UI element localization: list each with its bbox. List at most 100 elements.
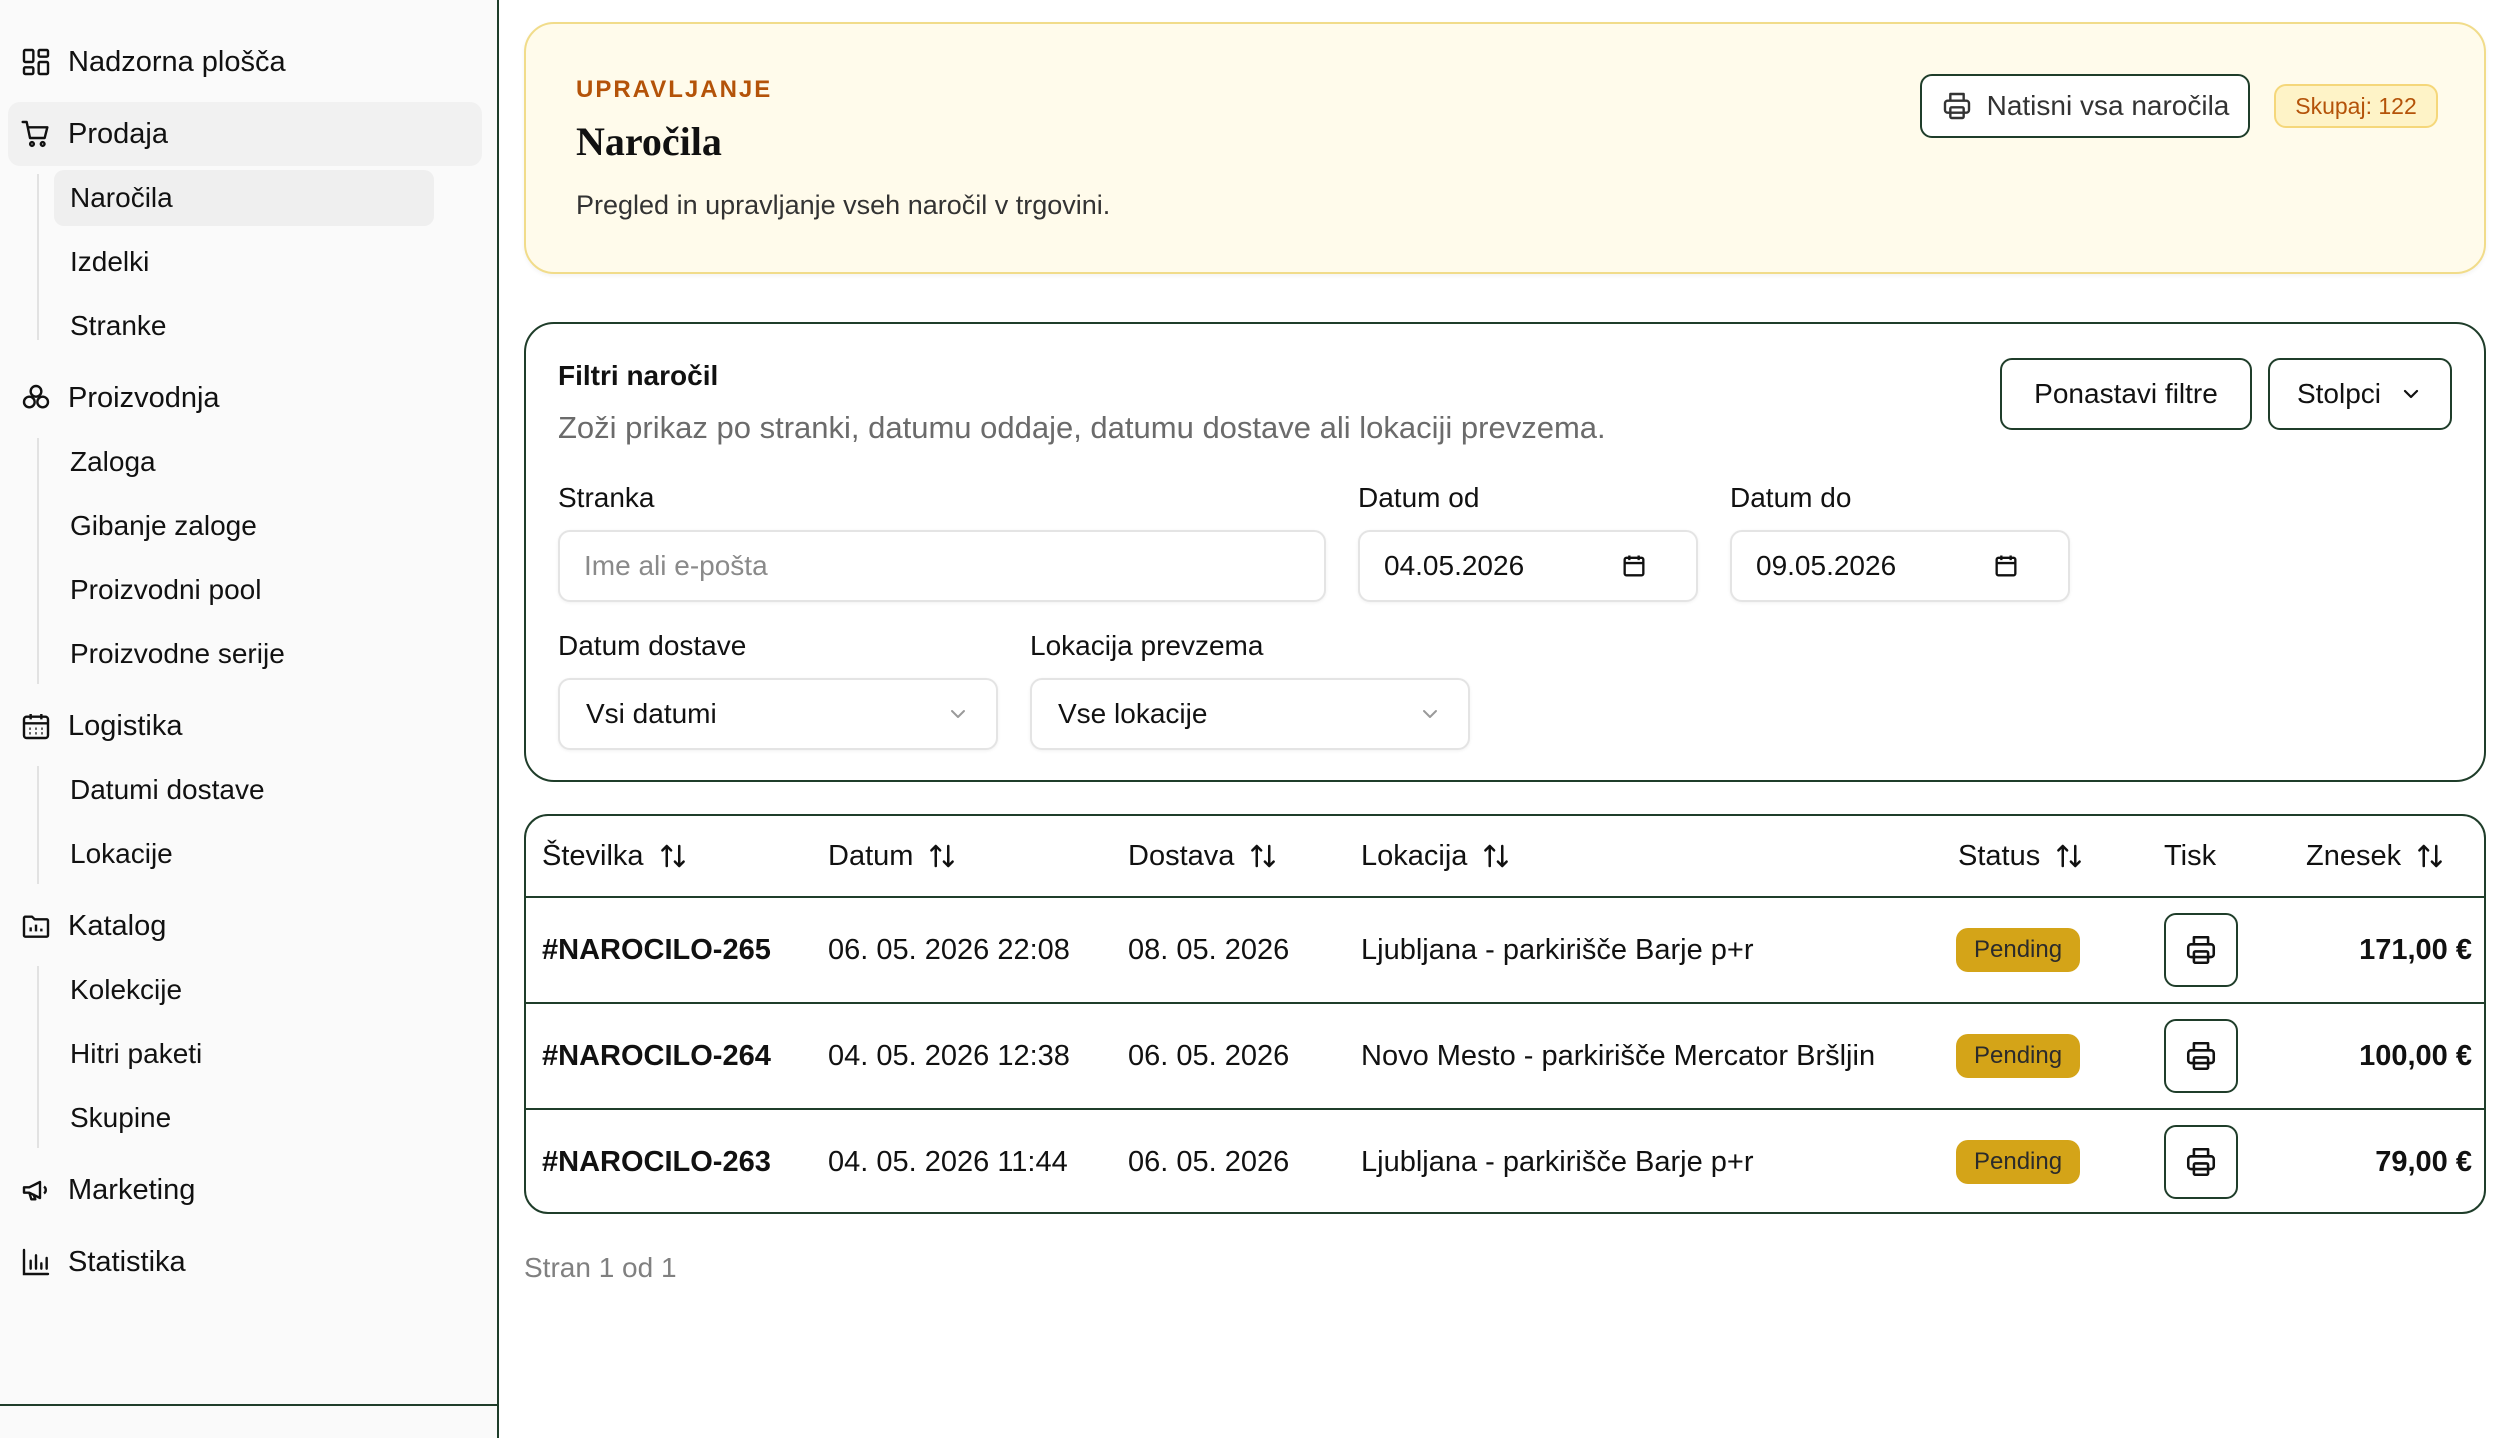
order-amount: 100,00 €	[2359, 1039, 2472, 1072]
sort-arrows-icon	[1484, 844, 1509, 868]
sidebar-subitem-stock-movement[interactable]: Gibanje zaloge	[54, 498, 434, 554]
table-row[interactable]: #NAROCILO-265 06. 05. 2026 22:08 08. 05.…	[526, 896, 2484, 1002]
order-date: 04. 05. 2026 11:44	[828, 1145, 1068, 1178]
column-header-number[interactable]: Številka	[542, 816, 688, 896]
sidebar-item-catalog[interactable]: Katalog	[8, 894, 482, 958]
sidebar-item-dashboard[interactable]: Nadzorna plošča	[8, 30, 482, 94]
sidebar-item-label: Proizvodnja	[68, 381, 220, 414]
order-amount: 79,00 €	[2375, 1145, 2472, 1178]
columns-label: Stolpci	[2296, 378, 2382, 409]
table-row[interactable]: #NAROCILO-263 04. 05. 2026 11:44 06. 05.…	[526, 1108, 2484, 1212]
sidebar-subitem-customers[interactable]: Stranke	[54, 298, 434, 354]
column-header-label: Številka	[542, 839, 644, 872]
page-description: Pregled in upravljanje vseh naročil v tr…	[576, 190, 1111, 220]
table-row[interactable]: #NAROCILO-264 04. 05. 2026 12:38 06. 05.…	[526, 1002, 2484, 1108]
date-from-label: Datum od	[1358, 482, 1480, 513]
order-location: Ljubljana - parkirišče Barje p+r	[1361, 933, 1754, 966]
print-cell	[2164, 898, 2238, 1002]
pickup-location-label: Lokacija prevzema	[1030, 630, 1264, 661]
date-to-input[interactable]: 09.05.2026	[1730, 530, 2070, 602]
column-header-label: Status	[1958, 839, 2041, 872]
printer-icon	[2186, 935, 2216, 965]
order-date: 04. 05. 2026 12:38	[828, 1039, 1070, 1072]
chevron-down-icon	[2403, 389, 2419, 399]
delivery-date-value: Vsi datumi	[586, 698, 717, 729]
page-header-card: UPRAVLJANJE Naročila Pregled in upravlja…	[524, 22, 2486, 274]
calendar-icon[interactable]	[1992, 552, 2020, 580]
submenu-line	[37, 174, 39, 340]
column-header-label: Datum	[828, 839, 914, 872]
sidebar-subitem-collections[interactable]: Kolekcije	[54, 962, 434, 1018]
sidebar-subitem-production-pool[interactable]: Proizvodni pool	[54, 562, 434, 618]
column-header-label: Lokacija	[1361, 839, 1468, 872]
order-delivery-date: 08. 05. 2026	[1128, 933, 1290, 966]
print-order-button[interactable]	[2164, 1125, 2238, 1199]
submenu-line	[37, 966, 39, 1148]
sidebar-subitem-production-batches[interactable]: Proizvodne serije	[54, 626, 434, 682]
print-all-orders-button[interactable]: Natisni vsa naročila	[1920, 74, 2250, 138]
sidebar-item-marketing[interactable]: Marketing	[8, 1158, 482, 1222]
page-title: Naročila	[576, 119, 722, 164]
date-from-value: 04.05.2026	[1384, 550, 1525, 581]
column-header-status[interactable]: Status	[1958, 816, 2084, 896]
column-header-delivery[interactable]: Dostava	[1128, 816, 1278, 896]
order-amount: 171,00 €	[2359, 933, 2472, 966]
pagination-info: Stran 1 od 1	[524, 1252, 677, 1283]
filters-description: Zoži prikaz po stranki, datumu oddaje, d…	[558, 410, 1606, 445]
print-cell	[2164, 1004, 2238, 1108]
delivery-date-select[interactable]: Vsi datumi	[558, 678, 998, 750]
sidebar-item-sales[interactable]: Prodaja	[8, 102, 482, 166]
sidebar-subitem-locations[interactable]: Lokacije	[54, 826, 434, 882]
sidebar-item-label: Logistika	[68, 709, 183, 742]
pickup-location-select[interactable]: Vse lokacije	[1030, 678, 1470, 750]
column-header-label: Tisk	[2164, 839, 2217, 872]
chevron-down-icon	[1423, 710, 1437, 718]
sidebar-subitem-orders[interactable]: Naročila	[54, 170, 434, 226]
print-order-button[interactable]	[2164, 1019, 2238, 1093]
column-header-location[interactable]: Lokacija	[1361, 816, 1511, 896]
column-header-date[interactable]: Datum	[828, 816, 957, 896]
sort-arrows-icon	[2418, 844, 2442, 868]
page-eyebrow: UPRAVLJANJE	[576, 76, 773, 103]
sidebar-item-statistics[interactable]: Statistika	[8, 1230, 482, 1294]
sidebar-item-label: Prodaja	[68, 117, 168, 150]
sort-arrows-icon	[660, 844, 685, 868]
printer-icon	[2186, 1147, 2216, 1177]
calendar-icon[interactable]	[1620, 552, 1648, 580]
column-header-label: Znesek	[2306, 839, 2402, 872]
status-badge: Pending	[1956, 1034, 2081, 1078]
printer-icon	[1943, 92, 1970, 120]
print-order-button[interactable]	[2164, 913, 2238, 987]
status-badge: Pending	[1956, 1140, 2081, 1184]
date-from-input[interactable]: 04.05.2026	[1358, 530, 1698, 602]
status-badge: Pending	[1956, 928, 2081, 972]
customer-search-input[interactable]	[558, 530, 1326, 602]
date-to-label: Datum do	[1730, 482, 1852, 513]
reset-filters-button[interactable]: Ponastavi filtre	[2000, 358, 2252, 430]
sidebar-subitem-stock[interactable]: Zaloga	[54, 434, 434, 490]
customer-label: Stranka	[558, 482, 655, 513]
order-delivery-date: 06. 05. 2026	[1128, 1145, 1290, 1178]
sidebar-subitem-groups[interactable]: Skupine	[54, 1090, 434, 1146]
dashboard-icon	[22, 48, 50, 76]
sidebar-subitem-quick-packages[interactable]: Hitri paketi	[54, 1026, 434, 1082]
submenu-line	[37, 766, 39, 884]
sidebar-subitem-delivery-dates[interactable]: Datumi dostave	[54, 762, 434, 818]
order-number[interactable]: #NAROCILO-265	[542, 898, 771, 1002]
bar-chart-icon	[22, 1248, 50, 1276]
delivery-date-label: Datum dostave	[558, 630, 747, 661]
sidebar-item-production[interactable]: Proizvodnja	[8, 366, 482, 430]
print-cell	[2164, 1110, 2238, 1212]
order-number[interactable]: #NAROCILO-263	[542, 1110, 771, 1212]
pickup-location-value: Vse lokacije	[1058, 698, 1208, 729]
sidebar-subitem-products[interactable]: Izdelki	[54, 234, 434, 290]
columns-dropdown-button[interactable]: Stolpci	[2268, 358, 2452, 430]
order-number[interactable]: #NAROCILO-264	[542, 1004, 771, 1108]
sidebar-item-label: Katalog	[68, 909, 167, 942]
column-header-amount[interactable]: Znesek	[2306, 816, 2445, 896]
date-to-value: 09.05.2026	[1756, 550, 1897, 581]
filters-title: Filtri naročil	[558, 360, 719, 391]
megaphone-icon	[22, 1180, 47, 1201]
sidebar-item-logistics[interactable]: Logistika	[8, 694, 482, 758]
print-all-label: Natisni vsa naročila	[1986, 90, 2230, 121]
